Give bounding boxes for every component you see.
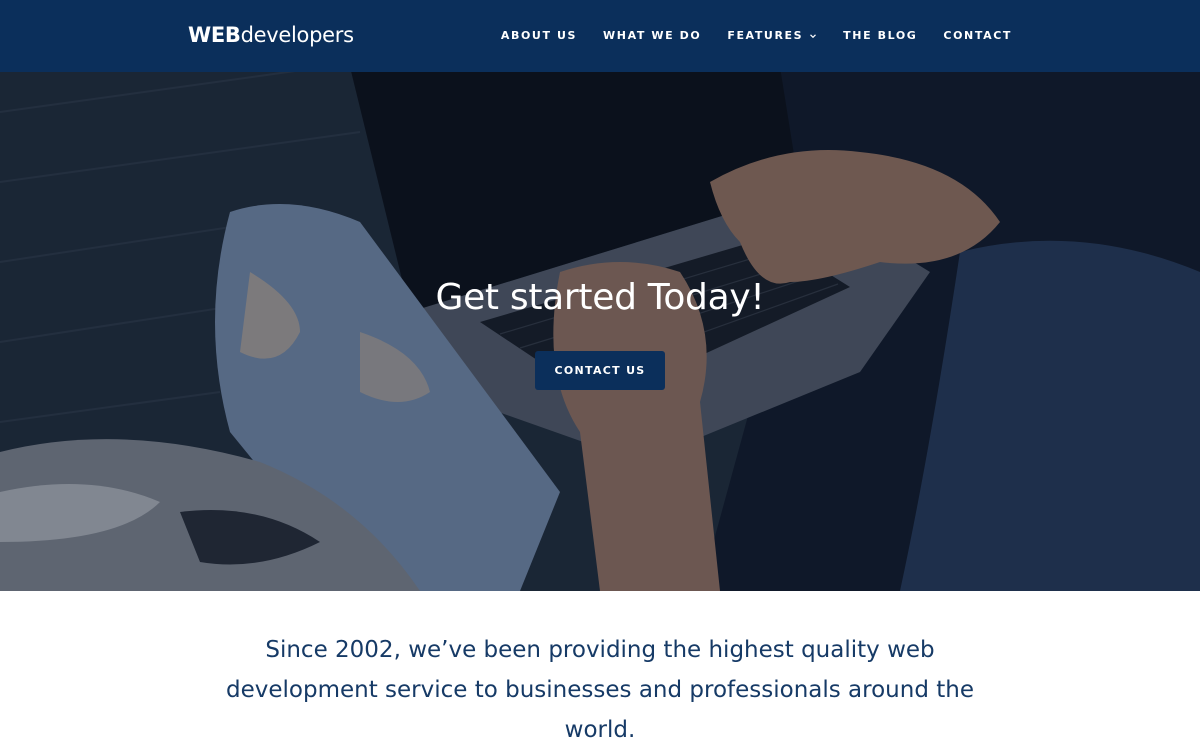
nav-features-label: FEATURES — [727, 29, 804, 42]
nav-features[interactable]: FEATURES — [727, 0, 817, 72]
hero-title: Get started Today! — [435, 277, 765, 318]
nav-what-we-do-label: WHAT WE DO — [603, 29, 702, 42]
nav-about-us[interactable]: ABOUT US — [501, 0, 577, 72]
main-nav: ABOUT US WHAT WE DO FEATURES THE BLOG CO… — [501, 0, 1012, 72]
hero-overlay — [0, 72, 1200, 591]
logo-light-text: developers — [240, 23, 354, 47]
nav-the-blog-label: THE BLOG — [843, 29, 918, 42]
contact-us-button[interactable]: CONTACT US — [535, 351, 665, 390]
logo-bold-text: WEB — [188, 23, 241, 47]
nav-contact-label: CONTACT — [943, 29, 1012, 42]
site-logo[interactable]: WEBdevelopers — [188, 20, 354, 50]
chevron-down-icon — [810, 34, 817, 39]
nav-about-us-label: ABOUT US — [500, 29, 578, 42]
site-header: WEBdevelopers ABOUT US WHAT WE DO FEATUR… — [0, 0, 1200, 72]
intro-text: Since 2002, we’ve been providing the hig… — [226, 637, 974, 743]
nav-what-we-do[interactable]: WHAT WE DO — [603, 0, 701, 72]
nav-the-blog[interactable]: THE BLOG — [843, 0, 917, 72]
nav-contact[interactable]: CONTACT — [943, 0, 1012, 72]
hero-section: Get started Today! CONTACT US — [0, 72, 1200, 591]
